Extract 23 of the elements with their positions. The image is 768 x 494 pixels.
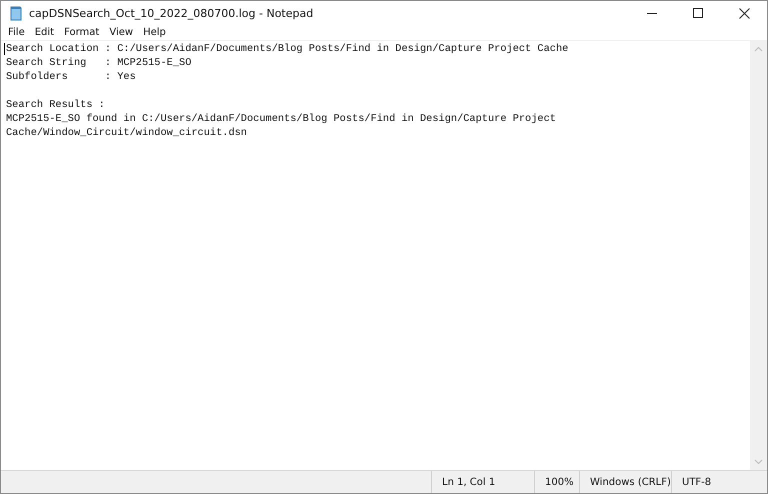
status-item: Windows (CRLF) (579, 471, 671, 493)
notepad-icon (9, 5, 23, 21)
menu-item[interactable]: File (3, 27, 30, 38)
text-line: Search Location : C:/Users/AidanF/Documents/Blog Posts/Find in Design/Capture Project Cache (6, 42, 568, 56)
menu-item[interactable]: Format (59, 27, 104, 38)
text-line: Subfolders : Yes (6, 70, 136, 84)
text-cursor (4, 43, 5, 55)
close-icon (738, 8, 750, 18)
vertical-scrollbar[interactable] (750, 41, 767, 470)
menu-item[interactable]: View (104, 27, 138, 38)
window-title: capDSNSearch_Oct_10_2022_080700.log - Notepad (29, 6, 314, 20)
scroll-down-icon[interactable] (754, 459, 763, 465)
menu-item[interactable]: Help (138, 27, 171, 38)
square-icon (693, 8, 703, 18)
text-line: MCP2515-E_SO found in C:/Users/AidanF/Documents/Blog Posts/Find in Design/Capture Project (6, 112, 556, 126)
text-line: Cache/Window_Circuit/window_circuit.dsn (6, 126, 247, 140)
status-item: 100% (534, 471, 579, 493)
status-item: UTF-8 (671, 471, 767, 493)
scroll-up-icon[interactable] (754, 46, 763, 52)
text-line: Search Results : (6, 98, 105, 112)
menu-item[interactable]: Edit (30, 27, 60, 38)
text-line: Search String : MCP2515-E_SO (6, 56, 192, 70)
status-item: Ln 1, Col 1 (431, 471, 534, 493)
